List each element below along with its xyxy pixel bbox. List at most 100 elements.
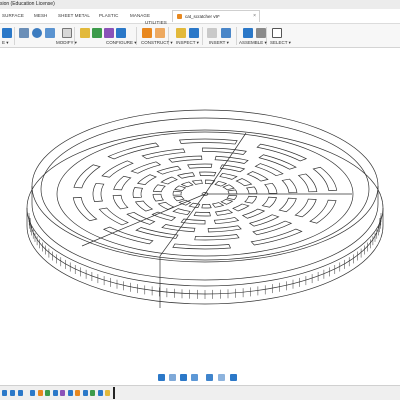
tab-manage[interactable]: MANAGE bbox=[130, 13, 150, 18]
scratch-slot bbox=[227, 189, 238, 195]
group-label-create[interactable]: E ▾ bbox=[2, 40, 9, 46]
timeline-feature-icon[interactable] bbox=[97, 390, 103, 396]
orbit-icon[interactable] bbox=[158, 374, 165, 381]
scratch-slot bbox=[72, 197, 98, 222]
timeline-prev-icon[interactable] bbox=[10, 390, 15, 396]
scratch-slot bbox=[172, 208, 191, 216]
document-tab-label: cat_scratcher v9* bbox=[185, 14, 220, 19]
timeline-feature-icon[interactable] bbox=[105, 390, 110, 396]
timeline-feature-icon[interactable] bbox=[82, 390, 88, 396]
scratch-slot bbox=[278, 197, 297, 213]
scratch-slot bbox=[152, 193, 165, 202]
image-icon[interactable] bbox=[221, 28, 231, 38]
fit-icon[interactable] bbox=[191, 374, 198, 381]
zoom-icon[interactable] bbox=[180, 374, 187, 381]
pan-icon[interactable] bbox=[169, 374, 176, 381]
timeline-feature-icon[interactable] bbox=[90, 390, 95, 396]
scratch-slot bbox=[248, 214, 280, 227]
scratch-slot bbox=[244, 195, 258, 204]
group-label-configure[interactable]: CONFIGURE ▾ bbox=[106, 40, 137, 46]
model-viewport[interactable] bbox=[0, 48, 400, 370]
scratch-slot bbox=[174, 185, 187, 191]
tab-plastic[interactable]: PLASTIC bbox=[99, 13, 118, 18]
close-icon[interactable]: × bbox=[253, 13, 256, 19]
scratch-slot bbox=[226, 194, 238, 201]
scratch-slot bbox=[101, 160, 134, 178]
scratch-slot bbox=[241, 208, 266, 219]
assemble-icon[interactable] bbox=[256, 28, 266, 38]
group-label-modify[interactable]: MODIFY ▾ bbox=[56, 40, 77, 46]
divider bbox=[14, 27, 15, 45]
scratch-slot bbox=[201, 203, 212, 209]
configure-icon-3[interactable] bbox=[104, 28, 114, 38]
scratch-slot bbox=[235, 178, 253, 187]
scratch-slot bbox=[252, 220, 293, 236]
insert-icon[interactable] bbox=[207, 28, 217, 38]
scratch-slot bbox=[126, 211, 156, 225]
configure-icon[interactable] bbox=[80, 28, 90, 38]
group-label-select[interactable]: SELECT ▾ bbox=[270, 40, 291, 46]
scratch-slot bbox=[98, 207, 129, 226]
scratcher-model bbox=[26, 109, 384, 308]
fillet-icon[interactable] bbox=[32, 28, 42, 38]
group-label-inspect[interactable]: INSPECT ▾ bbox=[176, 40, 199, 46]
scratch-slot bbox=[107, 142, 160, 160]
scratch-slot bbox=[294, 198, 317, 218]
configure-icon-4[interactable] bbox=[116, 28, 126, 38]
display-icon[interactable] bbox=[206, 374, 213, 381]
divider bbox=[236, 27, 237, 45]
scratch-slot bbox=[245, 186, 258, 195]
scratch-slot bbox=[202, 147, 247, 155]
scratch-slot bbox=[297, 173, 318, 193]
navigation-bar bbox=[158, 373, 244, 382]
scratch-slot bbox=[264, 182, 278, 194]
timeline-bar bbox=[0, 385, 400, 400]
scratch-slot bbox=[219, 172, 238, 180]
timeline-feature-icon[interactable] bbox=[37, 390, 43, 396]
timeline-feature-icon[interactable] bbox=[75, 390, 80, 396]
timeline-feature-icon[interactable] bbox=[45, 390, 50, 396]
tab-surface[interactable]: SURFACE bbox=[2, 13, 24, 18]
scratch-slot bbox=[168, 155, 203, 163]
scratch-slot bbox=[113, 175, 132, 191]
timeline-feature-icon[interactable] bbox=[60, 390, 65, 396]
grid-icon[interactable] bbox=[218, 374, 225, 381]
scratch-slot bbox=[199, 171, 217, 177]
plane-icon[interactable] bbox=[142, 28, 152, 38]
configure-icon-2[interactable] bbox=[92, 28, 102, 38]
scratch-slot bbox=[193, 211, 211, 217]
solid-icon[interactable] bbox=[2, 28, 12, 38]
document-tab[interactable]: cat_scratcher v9* × bbox=[172, 10, 260, 22]
scratch-slot bbox=[132, 187, 144, 199]
timeline-start-icon[interactable] bbox=[2, 390, 7, 396]
timeline-feature-icon[interactable] bbox=[67, 390, 73, 396]
timeline-marker[interactable] bbox=[113, 387, 115, 399]
scratch-slot bbox=[176, 172, 196, 179]
view-icon[interactable] bbox=[230, 374, 237, 381]
document-icon bbox=[177, 14, 182, 19]
move-icon[interactable] bbox=[62, 28, 72, 38]
push-pull-icon[interactable] bbox=[19, 28, 29, 38]
joint-icon[interactable] bbox=[243, 28, 253, 38]
group-label-assemble[interactable]: ASSEMBLE ▾ bbox=[239, 40, 267, 46]
scratch-slot bbox=[136, 174, 157, 186]
timeline-feature-icon[interactable] bbox=[52, 390, 58, 396]
design-canvas[interactable] bbox=[0, 48, 400, 370]
group-label-construct[interactable]: CONSTRUCT ▾ bbox=[141, 40, 173, 46]
shell-icon[interactable] bbox=[45, 28, 55, 38]
group-label-insert[interactable]: INSERT ▾ bbox=[209, 40, 229, 46]
inspect-icon[interactable] bbox=[189, 28, 199, 38]
timeline-play-icon[interactable] bbox=[18, 390, 23, 396]
measure-icon[interactable] bbox=[176, 28, 186, 38]
select-icon[interactable] bbox=[272, 28, 282, 38]
scratch-slot bbox=[254, 163, 284, 177]
scratch-slot bbox=[187, 163, 213, 169]
tab-sheet-metal[interactable]: SHEET METAL bbox=[58, 13, 90, 18]
ribbon-toolbar: E ▾ MODIFY ▾ CONFIGURE ▾ CONSTRUCT ▾ INS… bbox=[0, 24, 400, 48]
tab-mesh[interactable]: MESH bbox=[34, 13, 47, 18]
scratch-slot bbox=[214, 180, 228, 187]
divider-line bbox=[204, 132, 247, 195]
timeline-feature-icon[interactable] bbox=[30, 390, 35, 396]
scratch-slot bbox=[172, 243, 231, 250]
axis-icon[interactable] bbox=[155, 28, 165, 38]
